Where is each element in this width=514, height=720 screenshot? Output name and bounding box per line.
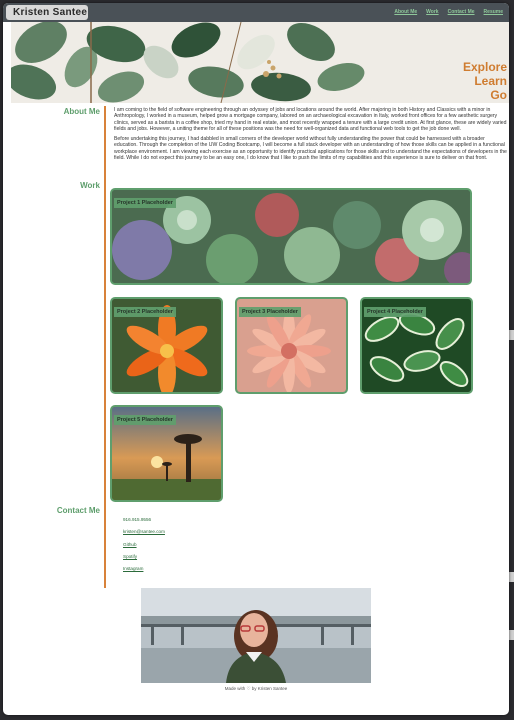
nav-link-resume[interactable]: Resume xyxy=(484,9,503,15)
footer-credit: Made with ♡ by Kristen Santee xyxy=(224,686,288,691)
contact-instagram-link[interactable]: Instagram xyxy=(123,566,165,571)
section-heading-contact: Contact Me xyxy=(56,506,100,515)
nav-link-contact[interactable]: Contact Me xyxy=(448,9,475,15)
contact-phone[interactable]: 916.915.9556 xyxy=(123,517,165,522)
about-text: I am coming to the field of software eng… xyxy=(114,107,507,165)
section-heading-work: Work xyxy=(80,181,100,190)
top-navbar: Kristen Santee About Me Work Contact Me … xyxy=(3,3,509,22)
nav-links: About Me Work Contact Me Resume xyxy=(394,9,503,15)
portfolio-page: Kristen Santee About Me Work Contact Me … xyxy=(3,3,509,715)
about-paragraph: I am coming to the field of software eng… xyxy=(114,107,507,132)
project-title: Project 5 Placeholder xyxy=(114,415,176,425)
hero-banner: Explore Learn Go xyxy=(11,22,509,103)
project-title: Project 2 Placeholder xyxy=(114,307,176,317)
contact-list: 916.915.9556 kristen@santee.com Github S… xyxy=(123,517,165,578)
project-card-1[interactable]: Project 1 Placeholder xyxy=(110,188,472,285)
project-card-5[interactable]: Project 5 Placeholder xyxy=(110,405,223,502)
about-paragraph: Before undertaking this journey, I had d… xyxy=(114,136,507,162)
contact-github-link[interactable]: Github xyxy=(123,542,165,547)
tagline-learn: Learn xyxy=(474,74,507,88)
contact-spotify-link[interactable]: Spotify xyxy=(123,554,165,559)
tagline-explore: Explore xyxy=(462,60,507,74)
section-heading-about: About Me xyxy=(63,107,100,116)
project-title: Project 1 Placeholder xyxy=(114,198,176,208)
nav-link-about[interactable]: About Me xyxy=(394,9,417,15)
eucalyptus-leaves-image xyxy=(11,22,509,103)
brand-name[interactable]: Kristen Santee xyxy=(6,5,88,20)
hero-tagline: Explore Learn Go xyxy=(463,60,507,102)
tagline-go: Go xyxy=(490,88,507,102)
project-title: Project 3 Placeholder xyxy=(239,307,301,317)
project-title: Project 4 Placeholder xyxy=(364,307,426,317)
project-card-3[interactable]: Project 3 Placeholder xyxy=(235,297,348,394)
section-divider xyxy=(104,106,106,588)
project-card-2[interactable]: Project 2 Placeholder xyxy=(110,297,223,394)
contact-email-link[interactable]: kristen@santee.com xyxy=(123,529,165,534)
nav-link-work[interactable]: Work xyxy=(426,9,438,15)
project-card-4[interactable]: Project 4 Placeholder xyxy=(360,297,473,394)
profile-photo xyxy=(141,588,371,683)
